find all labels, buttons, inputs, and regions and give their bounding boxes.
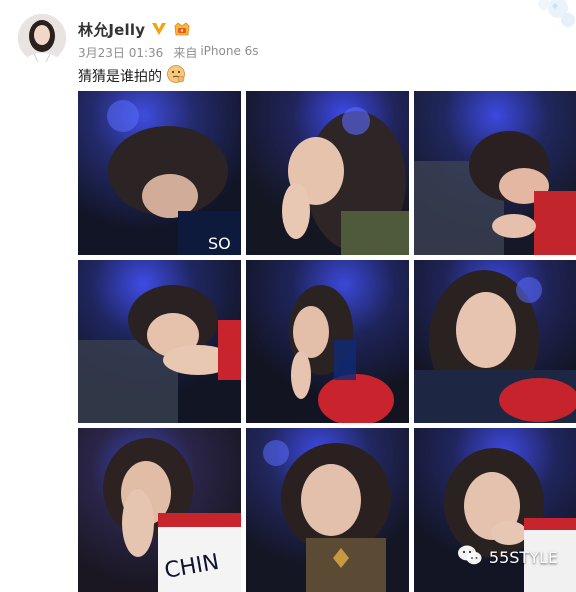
photo-2[interactable] (246, 91, 409, 255)
avatar[interactable] (18, 14, 66, 62)
watermark-text: 55STYLE (488, 547, 558, 567)
thinking-face-emoji (166, 64, 186, 88)
source-prefix: 来自 (173, 46, 198, 60)
photo-8[interactable] (246, 428, 409, 592)
post-source: 来自 iPhone 6s (173, 44, 258, 61)
photo-1[interactable]: SO (78, 91, 241, 255)
member-badge-icon[interactable] (173, 21, 191, 37)
wechat-icon (457, 544, 483, 570)
photo-3[interactable] (414, 91, 576, 255)
photo-6[interactable] (414, 260, 576, 423)
photo-4[interactable] (78, 260, 241, 423)
header-decoration (506, 0, 576, 34)
photo-grid: SO CHIN (78, 91, 576, 592)
post-caption: 猜猜是谁拍的 (78, 69, 162, 85)
verified-v-icon[interactable] (151, 22, 167, 36)
post-caption-row: 猜猜是谁拍的 (78, 65, 186, 87)
source-device[interactable]: iPhone 6s (200, 44, 258, 61)
post-meta: 3月23日 01:36 来自 iPhone 6s (78, 44, 259, 61)
photo-5[interactable] (246, 260, 409, 423)
svg-text:SO: SO (208, 234, 231, 253)
watermark: 55STYLE (457, 544, 558, 570)
username[interactable]: 林允Jelly (78, 19, 145, 40)
username-row: 林允Jelly (78, 18, 191, 40)
post-date[interactable]: 3月23日 01:36 (78, 44, 163, 61)
photo-7[interactable]: CHIN (78, 428, 241, 592)
